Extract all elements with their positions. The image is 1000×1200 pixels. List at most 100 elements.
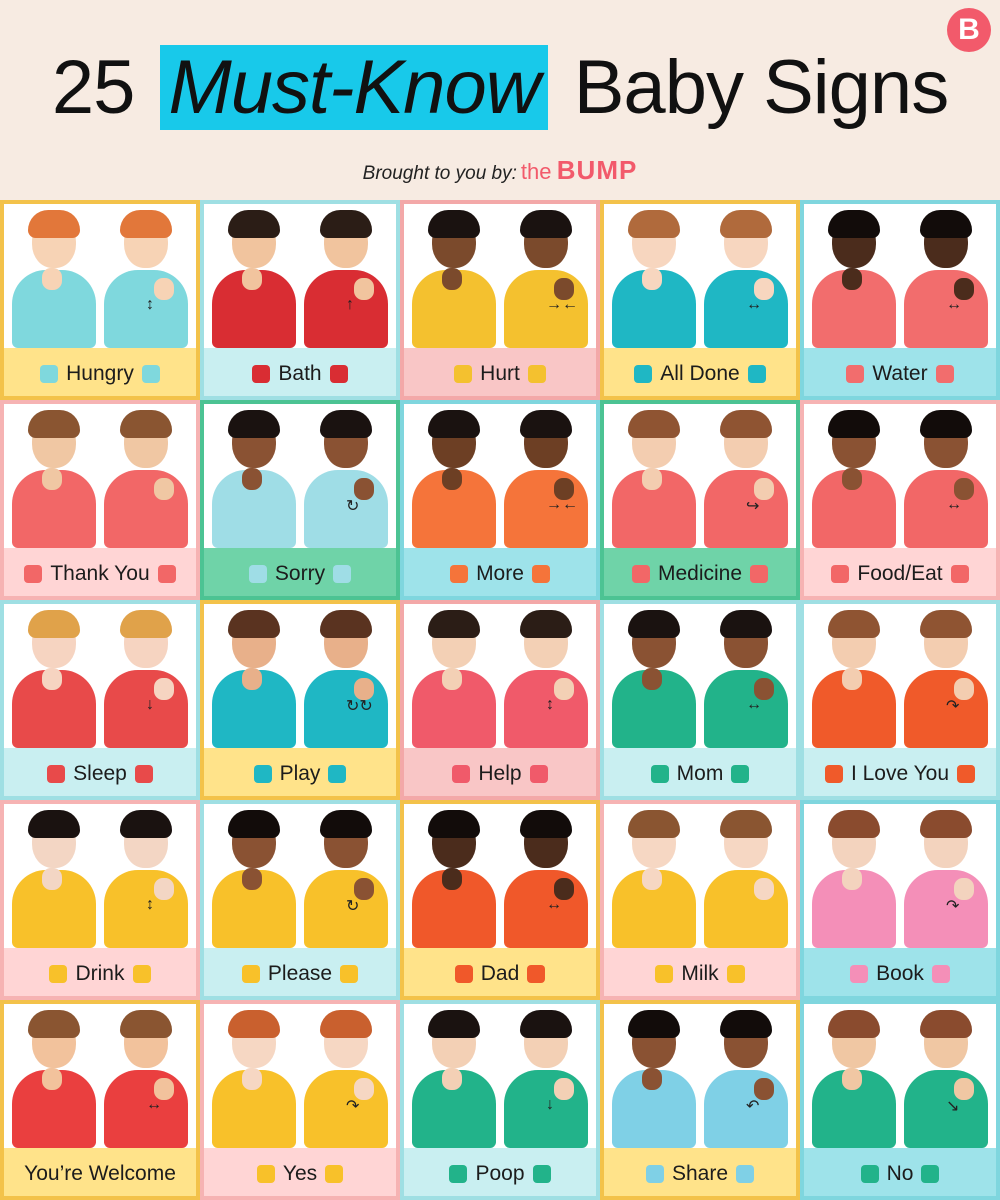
sign-label: You’re Welcome: [24, 1162, 176, 1185]
signer-figure-start: [12, 608, 96, 748]
signer-figure-start: [12, 808, 96, 948]
sign-card: ↔ All Done: [600, 200, 800, 400]
sign-illustration: ↔: [4, 1004, 196, 1148]
signer-figure-end: [504, 1008, 588, 1148]
signer-figure-end: [704, 1008, 788, 1148]
sign-label-bar: Dad: [404, 948, 596, 996]
motion-arrow-icon: ↕: [146, 296, 154, 313]
cup-icon: [846, 365, 865, 383]
blocks-icon: [531, 565, 550, 583]
info-icon: [452, 765, 471, 783]
motion-arrow-icon: ↔: [746, 296, 762, 313]
heart-icon: [340, 965, 359, 983]
toilet-icon: [532, 1165, 551, 1183]
sign-illustration: ↪: [604, 404, 796, 548]
sign-illustration: ↔: [604, 604, 796, 748]
sign-label: Sleep: [73, 762, 127, 785]
motion-arrow-icon: ↻: [346, 898, 360, 915]
sign-illustration: ↕: [4, 804, 196, 948]
sign-card: ↷ Book: [800, 800, 1000, 1000]
sign-illustration: ↑: [204, 204, 396, 348]
sign-illustration: ↶: [604, 1004, 796, 1148]
sign-label-bar: Mom: [604, 748, 796, 796]
sign-label: Drink: [75, 962, 125, 985]
fruit-icon: [950, 565, 969, 583]
plate-icon: [634, 365, 653, 383]
motion-arrow-icon: ↓: [546, 1096, 554, 1113]
book-icon: [850, 965, 869, 983]
heart-icon: [333, 565, 352, 583]
sign-label-bar: Play: [204, 748, 396, 796]
sign-illustration: ↔: [804, 404, 996, 548]
signer-figure-end: [504, 808, 588, 948]
stacker-icon: [328, 765, 347, 783]
cup-icon: [132, 965, 151, 983]
brand-bump: BUMP: [556, 155, 638, 185]
blocks-icon: [450, 565, 469, 583]
books-icon: [931, 965, 950, 983]
sign-illustration: ↔: [404, 804, 596, 948]
signer-figure-start: [412, 408, 496, 548]
byline-lead: Brought to you by:: [362, 163, 517, 184]
motion-arrow-icon: ↔: [946, 496, 962, 513]
sign-label: Yes: [282, 1162, 318, 1185]
sign-card: Milk: [600, 800, 800, 1000]
sign-card: ↕ Drink: [0, 800, 200, 1000]
signer-figure-start: [812, 608, 896, 748]
signer-figure-end: [104, 208, 188, 348]
sign-illustration: ↻: [204, 404, 396, 548]
sign-card: ↷ I Love You: [800, 600, 1000, 800]
sign-card: →← More: [400, 400, 600, 600]
sign-label: I Love You: [850, 762, 950, 785]
sign-label-bar: Medicine: [604, 548, 796, 596]
signs-grid: ↕ Hungry ↑ Bath →← Hurt ↔ All Done ↔ Water Thank Y…: [0, 200, 1000, 1200]
signer-figure-start: [412, 208, 496, 348]
heart-icon: [241, 965, 260, 983]
sign-label: Share: [671, 1162, 729, 1185]
motion-arrow-icon: ↷: [946, 698, 960, 715]
heart-icon: [957, 765, 976, 783]
signer-figure-end: [704, 808, 788, 948]
sign-label: Play: [279, 762, 321, 785]
sign-label: Hurt: [480, 362, 520, 385]
utensils-icon: [141, 365, 160, 383]
pill-icon: [527, 365, 546, 383]
sign-label-bar: Milk: [604, 948, 796, 996]
sign-illustration: ↓: [404, 1004, 596, 1148]
sign-illustration: ↓: [4, 604, 196, 748]
page-title: 25 Must-Know Baby Signs: [0, 38, 1000, 138]
sign-card: ↷ Yes: [200, 1000, 400, 1200]
signer-figure-end: [904, 208, 988, 348]
crib-icon: [47, 765, 66, 783]
bubbles-icon: [329, 365, 348, 383]
signer-figure-end: [504, 408, 588, 548]
signer-figure-start: [12, 208, 96, 348]
sign-label-bar: Please: [204, 948, 396, 996]
blocks-icon: [645, 1165, 664, 1183]
signer-figure-start: [12, 408, 96, 548]
sign-label: Thank You: [50, 562, 150, 585]
signer-figure-end: [104, 608, 188, 748]
title-suffix: Baby Signs: [573, 45, 949, 130]
sign-label-bar: Poop: [404, 1148, 596, 1196]
sign-label-bar: Sleep: [4, 748, 196, 796]
question-icon: [529, 765, 548, 783]
signer-figure-end: [104, 408, 188, 548]
motion-arrow-icon: ↻: [346, 498, 360, 515]
signer-figure-end: [704, 208, 788, 348]
sign-label-bar: Water: [804, 348, 996, 396]
sign-label-bar: Hungry: [4, 348, 196, 396]
motion-arrow-icon: ↔: [746, 696, 762, 713]
signer-figure-end: [904, 808, 988, 948]
motion-arrow-icon: →←: [546, 296, 578, 313]
duck-icon: [252, 365, 271, 383]
bottle-icon: [49, 965, 68, 983]
sign-illustration: [4, 404, 196, 548]
sign-label: Medicine: [657, 562, 743, 585]
sign-label-bar: I Love You: [804, 748, 996, 796]
check-icon: [256, 1165, 275, 1183]
sign-illustration: ↔: [804, 204, 996, 348]
signer-figure-end: [304, 808, 388, 948]
signer-figure-start: [212, 208, 296, 348]
motion-arrow-icon: ↷: [346, 1098, 360, 1115]
